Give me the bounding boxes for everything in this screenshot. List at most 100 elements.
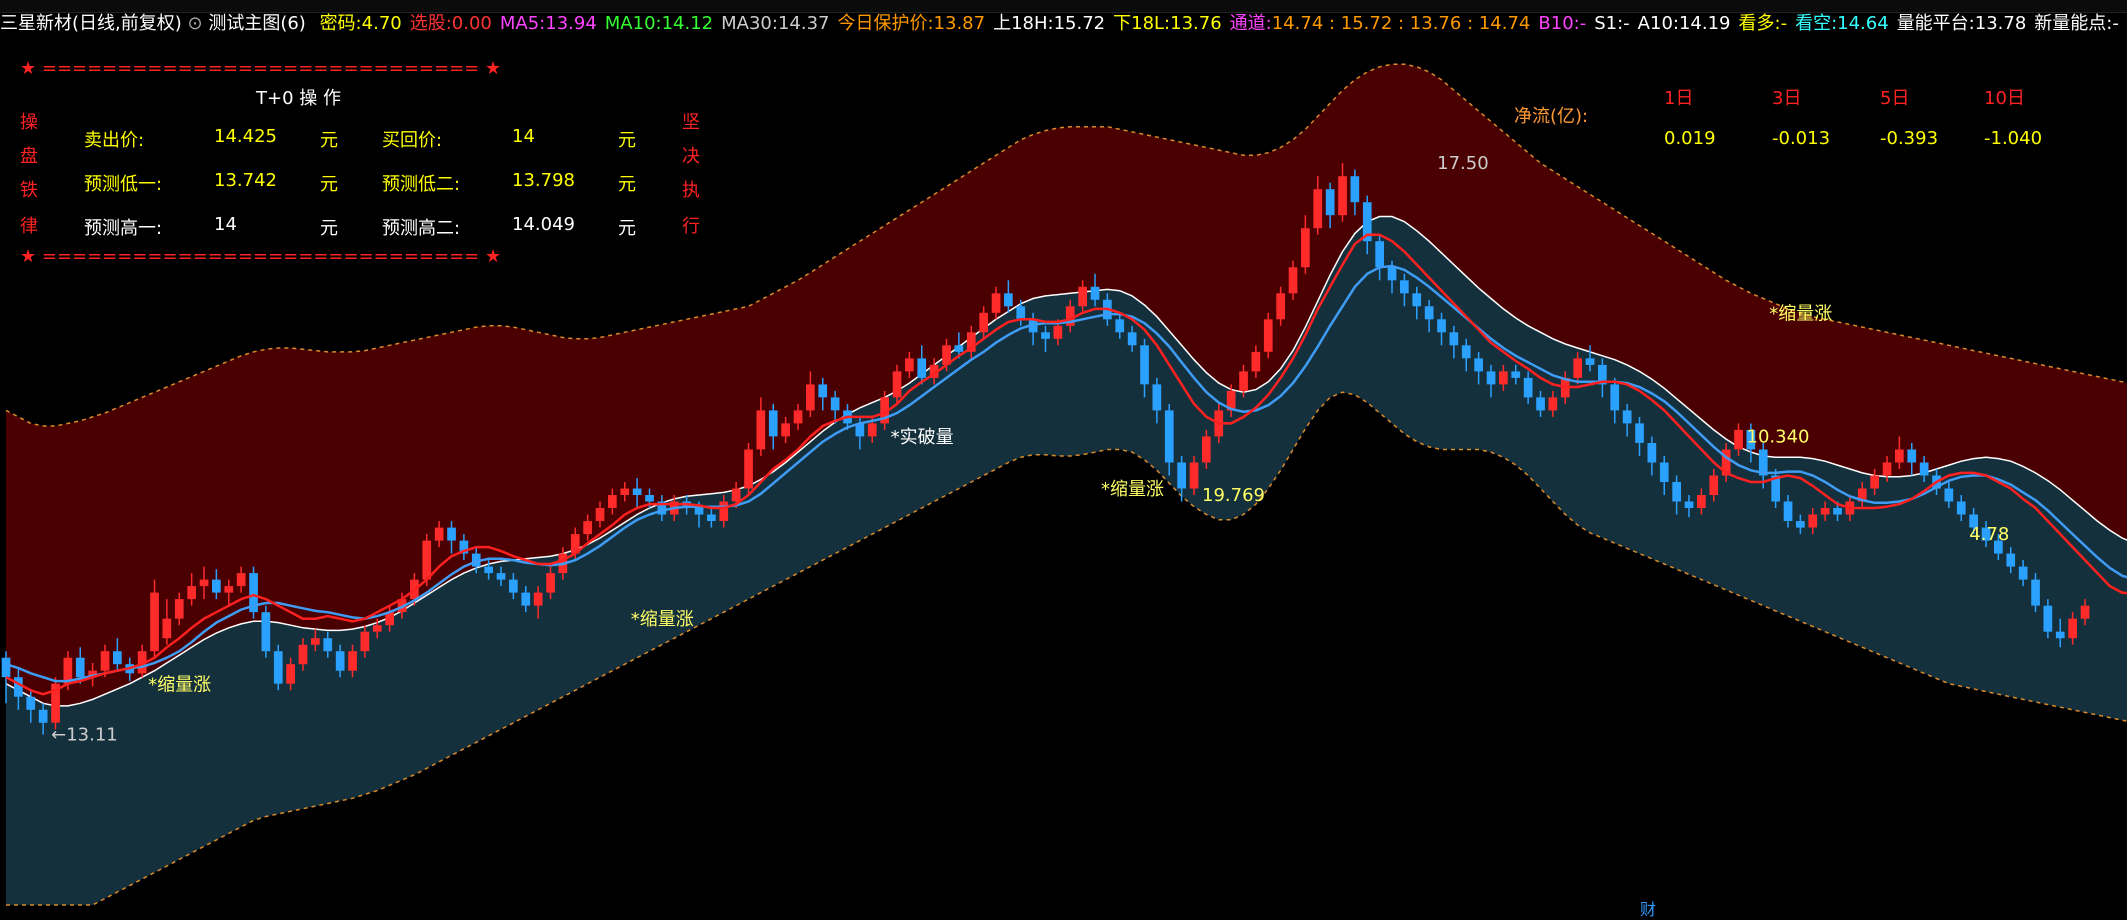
candle-body bbox=[101, 651, 110, 671]
candle-body bbox=[1313, 189, 1322, 228]
candle-body bbox=[645, 495, 654, 502]
candle-body bbox=[917, 358, 926, 378]
indicator-label-15: 新量能点: bbox=[2034, 13, 2112, 34]
indicator-value-13: 14.64 bbox=[1837, 13, 1889, 34]
candle-body bbox=[1004, 293, 1013, 306]
indicator-value-6: 15.72 bbox=[1054, 13, 1106, 34]
candle-body bbox=[1796, 521, 1805, 528]
candle-body bbox=[1388, 267, 1397, 280]
candle-body bbox=[509, 580, 518, 593]
candle-body bbox=[361, 632, 370, 652]
candle-body bbox=[1301, 228, 1310, 267]
candle-body bbox=[744, 450, 753, 489]
candle-body bbox=[1957, 502, 1966, 515]
indicator-value-5: 13.87 bbox=[934, 13, 986, 34]
candle-body bbox=[608, 495, 617, 508]
indicator-value-2: 13.94 bbox=[545, 13, 597, 34]
candle-body bbox=[447, 528, 456, 541]
candle-body bbox=[1462, 345, 1471, 358]
indicator-label-10: S1: bbox=[1594, 13, 1623, 34]
indicator-value-9: - bbox=[1580, 13, 1587, 34]
candle-body bbox=[1709, 476, 1718, 496]
indicator-value-1: 0.00 bbox=[452, 13, 492, 34]
candle-body bbox=[1648, 443, 1657, 463]
indicator-label-7: 下18L: bbox=[1113, 13, 1170, 34]
indicator-value-12: - bbox=[1781, 13, 1788, 34]
candle-body bbox=[1128, 332, 1137, 345]
candle-body bbox=[497, 573, 506, 580]
indicator-value-8: 14.74 : 15.72 : 13.76 : 14.74 bbox=[1272, 13, 1531, 34]
candle-body bbox=[150, 593, 159, 652]
candle-body bbox=[1190, 463, 1199, 489]
candle-body bbox=[1883, 463, 1892, 476]
candle-body bbox=[14, 677, 23, 697]
candle-body bbox=[348, 651, 357, 671]
candle-body bbox=[1016, 306, 1025, 319]
candle-body bbox=[1078, 287, 1087, 307]
candle-body bbox=[113, 651, 122, 664]
candle-body bbox=[2056, 632, 2065, 639]
candle-body bbox=[484, 567, 493, 574]
candle-body bbox=[224, 586, 233, 593]
indicator-label-2: MA5: bbox=[500, 13, 545, 34]
indicator-label-12: 看多: bbox=[1739, 13, 1781, 34]
candle-body bbox=[1734, 430, 1743, 450]
candle-body bbox=[435, 528, 444, 541]
annotation-label: *缩量涨 bbox=[1769, 303, 1832, 324]
price-label: 17.50 bbox=[1437, 153, 1489, 174]
candle-body bbox=[1685, 502, 1694, 509]
indicator-label-8: 通道: bbox=[1230, 13, 1272, 34]
candle-body bbox=[1177, 463, 1186, 489]
candle-body bbox=[905, 358, 914, 371]
candle-body bbox=[175, 599, 184, 619]
candle-body bbox=[583, 521, 592, 534]
candle-body bbox=[732, 489, 741, 502]
dropdown-icon[interactable]: ⊙ bbox=[188, 13, 209, 34]
candle-body bbox=[596, 508, 605, 521]
candle-body bbox=[521, 593, 530, 606]
candle-body bbox=[373, 625, 382, 632]
candle-body bbox=[794, 410, 803, 423]
indicator-label-5: 今日保护价: bbox=[837, 13, 933, 34]
candle-body bbox=[1165, 410, 1174, 462]
candle-body bbox=[163, 619, 172, 639]
candle-body bbox=[818, 384, 827, 397]
candle-body bbox=[1660, 463, 1669, 483]
candle-body bbox=[1252, 352, 1261, 372]
indicator-value-0: 4.70 bbox=[362, 13, 402, 34]
price-label: ←13.11 bbox=[51, 725, 118, 746]
candle-body bbox=[893, 371, 902, 397]
candle-body bbox=[1487, 371, 1496, 384]
indicator-label-3: MA10: bbox=[605, 13, 662, 34]
candle-body bbox=[336, 651, 345, 671]
candle-body bbox=[534, 593, 543, 606]
candle-body bbox=[1153, 384, 1162, 410]
price-label: 4.78 bbox=[1969, 524, 2009, 545]
candle-body bbox=[274, 651, 283, 684]
template-name[interactable]: 测试主图(6) bbox=[208, 13, 306, 34]
indicator-header: 三星新材(日线,前复权) ⊙ 测试主图(6) 密码:4.70选股:0.00MA5… bbox=[0, 12, 2127, 36]
candle-body bbox=[769, 410, 778, 436]
candle-body bbox=[311, 638, 320, 645]
candle-body bbox=[1821, 508, 1830, 515]
candle-body bbox=[2031, 580, 2040, 606]
stock-title[interactable]: 三星新材(日线,前复权) bbox=[0, 13, 182, 34]
candle-body bbox=[1610, 384, 1619, 410]
candle-body bbox=[955, 345, 964, 352]
indicator-label-11: A10: bbox=[1638, 13, 1679, 34]
candle-body bbox=[1511, 371, 1520, 378]
candle-body bbox=[1623, 410, 1632, 423]
candle-body bbox=[323, 638, 332, 651]
price-label: 19.769 bbox=[1202, 485, 1265, 506]
price-label: 10.340 bbox=[1747, 426, 1810, 447]
candle-body bbox=[26, 697, 35, 710]
indicator-value-11: 14.19 bbox=[1679, 13, 1731, 34]
candle-body bbox=[2, 658, 11, 678]
price-chart[interactable]: ←13.1117.5019.76910.3404.784.680*缩量涨*缩量涨… bbox=[0, 36, 2127, 915]
indicator-label-1: 选股: bbox=[410, 13, 452, 34]
candle-body bbox=[200, 580, 209, 587]
annotation-label: *缩量涨 bbox=[148, 674, 211, 695]
candle-body bbox=[1784, 502, 1793, 522]
candle-body bbox=[1524, 378, 1533, 398]
annotation-label: *实破量 bbox=[891, 427, 954, 448]
